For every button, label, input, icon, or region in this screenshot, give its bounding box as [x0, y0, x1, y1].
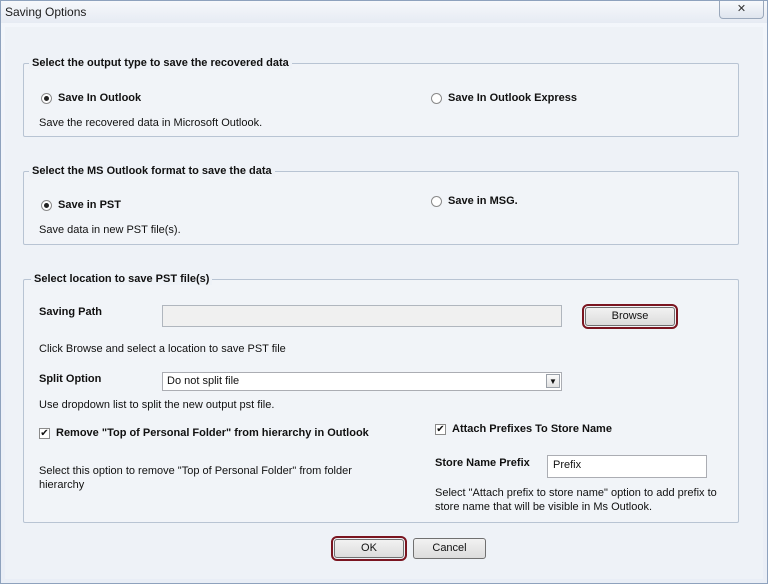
radio-save-in-outlook-express[interactable]: Save In Outlook Express [431, 92, 577, 104]
location-group: Select location to save PST file(s) Savi… [23, 273, 739, 523]
radio-unselected-icon [431, 195, 442, 207]
remove-top-folder-label: Remove "Top of Personal Folder" from hie… [56, 427, 369, 439]
split-hint: Use dropdown list to split the new outpu… [39, 399, 275, 411]
radio-save-in-outlook-label: Save In Outlook [58, 92, 142, 104]
store-prefix-label: Store Name Prefix [435, 457, 530, 469]
close-button[interactable]: ✕ [719, 1, 764, 19]
radio-save-in-msg[interactable]: Save in MSG. [431, 195, 518, 207]
dialog-body: Select the output type to save the recov… [5, 27, 763, 579]
radio-save-in-pst[interactable]: Save in PST [41, 199, 121, 211]
cancel-button[interactable]: Cancel [413, 538, 486, 559]
browse-button[interactable]: Browse [582, 304, 678, 329]
browse-hint: Click Browse and select a location to sa… [39, 343, 286, 355]
radio-save-in-msg-label: Save in MSG. [448, 195, 518, 207]
radio-save-in-outlook-express-label: Save In Outlook Express [448, 92, 577, 104]
window-title: Saving Options [5, 5, 87, 19]
radio-selected-icon [41, 92, 52, 104]
attach-prefix-checkbox[interactable]: ✔ Attach Prefixes To Store Name [435, 423, 612, 435]
checkmark-icon: ✔ [435, 423, 446, 435]
radio-save-in-pst-label: Save in PST [58, 199, 121, 211]
format-legend: Select the MS Outlook format to save the… [29, 165, 275, 177]
prefix-hint: Select "Attach prefix to store name" opt… [435, 487, 717, 513]
ok-button-label: OK [361, 542, 377, 554]
store-prefix-input[interactable]: Prefix [547, 455, 707, 478]
ok-button[interactable]: OK [331, 536, 407, 561]
location-legend: Select location to save PST file(s) [31, 273, 213, 285]
radio-unselected-icon [431, 92, 442, 104]
close-icon: ✕ [736, 3, 747, 15]
saving-options-window: Saving Options ✕ Select the output type … [0, 0, 768, 584]
browse-button-label: Browse [611, 310, 649, 322]
saving-path-label: Saving Path [39, 306, 102, 318]
split-option-label: Split Option [39, 373, 102, 385]
title-bar[interactable]: Saving Options ✕ [1, 1, 767, 23]
remove-top-folder-hint: Select this option to remove "Top of Per… [39, 465, 352, 491]
remove-top-folder-checkbox[interactable]: ✔ Remove "Top of Personal Folder" from h… [39, 427, 369, 439]
radio-selected-icon [41, 199, 52, 211]
output-type-description: Save the recovered data in Microsoft Out… [39, 117, 263, 129]
output-type-group: Select the output type to save the recov… [23, 57, 739, 137]
cancel-button-label: Cancel [432, 542, 467, 554]
split-option-dropdown[interactable]: Do not split file ▼ [162, 372, 562, 391]
checkmark-icon: ✔ [39, 427, 50, 439]
split-option-value: Do not split file [167, 375, 240, 387]
output-type-legend: Select the output type to save the recov… [29, 57, 292, 69]
attach-prefix-label: Attach Prefixes To Store Name [452, 423, 612, 435]
format-group: Select the MS Outlook format to save the… [23, 165, 739, 245]
chevron-down-icon[interactable]: ▼ [546, 374, 560, 388]
format-description: Save data in new PST file(s). [39, 224, 181, 236]
saving-path-input[interactable] [162, 305, 562, 327]
radio-save-in-outlook[interactable]: Save In Outlook [41, 92, 141, 104]
